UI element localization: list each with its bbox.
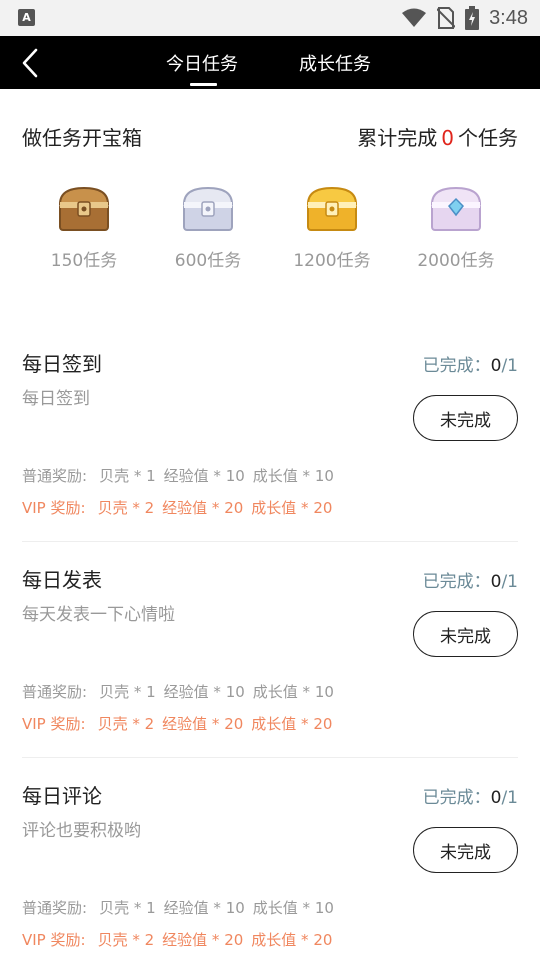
active-tab-indicator: [190, 83, 217, 86]
chest-label: 1200任务: [293, 251, 371, 271]
total-count: 0: [441, 126, 454, 150]
chest-600[interactable]: 600任务: [146, 184, 270, 271]
app-notification-icon: A: [18, 9, 35, 26]
task-progress: 已完成：0/1: [422, 356, 518, 376]
divider: [22, 757, 518, 758]
vip-rewards: VIP 奖励: 贝壳 * 2 经验值 * 20 成长值 * 20: [22, 499, 333, 517]
chevron-left-icon: [22, 48, 38, 78]
task-title: 每日签到: [22, 352, 102, 376]
chest-label: 2000任务: [417, 251, 495, 271]
total-suffix: 个任务: [458, 126, 518, 150]
silver-chest-icon: [182, 186, 234, 231]
task-progress: 已完成：0/1: [422, 572, 518, 592]
total-prefix: 累计完成: [357, 126, 438, 150]
task-title: 每日评论: [22, 784, 102, 808]
clock: 3:48: [489, 6, 528, 29]
no-sim-icon: [437, 7, 456, 29]
vip-rewards: VIP 奖励: 贝壳 * 2 经验值 * 20 成长值 * 20: [22, 715, 333, 733]
tab-today-tasks[interactable]: 今日任务: [166, 50, 238, 76]
task-status-button[interactable]: 未完成: [413, 611, 518, 657]
total-completed: 累计完成 0 个任务: [357, 122, 518, 151]
bronze-chest-icon: [58, 186, 110, 231]
status-icons: 3:48: [401, 5, 528, 31]
treasure-title: 做任务开宝箱: [22, 126, 142, 150]
normal-rewards: 普通奖励: 贝壳 * 1 经验值 * 10 成长值 * 10: [22, 467, 334, 485]
task-description: 每日签到: [22, 389, 90, 409]
normal-rewards: 普通奖励: 贝壳 * 1 经验值 * 10 成长值 * 10: [22, 899, 334, 917]
task-title: 每日发表: [22, 568, 102, 592]
task-description: 评论也要积极哟: [22, 821, 141, 841]
task-status-button[interactable]: 未完成: [413, 395, 518, 441]
status-bar: A 3:48: [0, 0, 540, 36]
task-item-daily-comment: 每日评论 已完成：0/1 评论也要积极哟 未完成 普通奖励: 贝壳 * 1 经验值 …: [22, 780, 518, 960]
back-button[interactable]: [18, 46, 48, 80]
task-status-button[interactable]: 未完成: [413, 827, 518, 873]
chest-150[interactable]: 150任务: [22, 184, 146, 271]
task-item-daily-post: 每日发表 已完成：0/1 每天发表一下心情啦 未完成 普通奖励: 贝壳 * 1 经验…: [22, 564, 518, 780]
vip-rewards: VIP 奖励: 贝壳 * 2 经验值 * 20 成长值 * 20: [22, 931, 333, 949]
task-item-daily-checkin: 每日签到 已完成：0/1 每日签到 未完成 普通奖励: 贝壳 * 1 经验值 * 1…: [22, 348, 518, 564]
wifi-icon: [402, 8, 427, 27]
top-navbar: 今日任务 成长任务: [0, 36, 540, 89]
chest-label: 600任务: [174, 251, 242, 271]
task-progress: 已完成：0/1: [422, 788, 518, 808]
task-description: 每天发表一下心情啦: [22, 605, 175, 625]
chest-1200[interactable]: 1200任务: [270, 184, 394, 271]
chest-label: 150任务: [50, 251, 118, 271]
diamond-chest-icon: [430, 186, 482, 231]
tab-growth-tasks[interactable]: 成长任务: [299, 50, 371, 76]
divider: [22, 541, 518, 542]
chest-2000[interactable]: 2000任务: [394, 184, 518, 271]
gold-chest-icon: [306, 186, 358, 231]
normal-rewards: 普通奖励: 贝壳 * 1 经验值 * 10 成长值 * 10: [22, 683, 334, 701]
battery-charging-icon: [465, 6, 480, 30]
